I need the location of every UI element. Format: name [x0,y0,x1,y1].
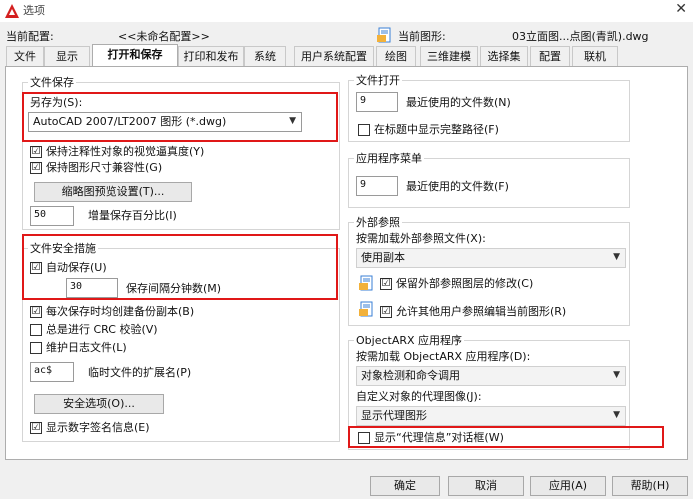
tab-system[interactable]: 系统 [244,46,286,66]
title-bar [0,0,693,22]
current-profile-label: 当前配置: [6,30,54,43]
thumbnail-settings-button[interactable]: 缩略图预览设置(T)... [34,182,192,202]
incremental-save-input[interactable]: 50 [30,206,74,226]
recent-files-label: 最近使用的文件数(N) [406,96,511,109]
chevron-down-icon: ▼ [613,410,620,420]
objectarx-title: ObjectARX 应用程序 [354,334,465,348]
tab-selection[interactable]: 选择集 [480,46,528,66]
proxy-image-select[interactable]: 显示代理图形 ▼ [356,406,626,426]
xref-demand-load-select[interactable]: 使用副本 ▼ [356,248,626,268]
autosave-label: 自动保存(U) [46,261,107,274]
menu-recent-files-input[interactable]: 9 [356,176,398,196]
arx-demand-load-label: 按需加载 ObjectARX 应用程序(D): [356,350,531,363]
help-button[interactable]: 帮助(H) [612,476,688,496]
xref-demand-load-value: 使用副本 [361,251,405,264]
autosave-checkbox[interactable]: ☑ [30,262,42,274]
tab-display[interactable]: 显示 [44,46,90,66]
autocad-logo-icon [5,4,19,18]
file-open-title: 文件打开 [354,74,402,88]
current-profile-value: <<未命名配置>> [118,30,210,43]
xref-edit-icon [359,301,373,317]
tab-3d-modeling[interactable]: 三维建模 [420,46,478,66]
arx-demand-load-value: 对象检测和命令调用 [361,369,460,382]
retain-xref-label: 保留外部参照图层的修改(C) [396,277,534,290]
autosave-interval-label: 保存间隔分钟数(M) [126,282,222,295]
arx-demand-load-select[interactable]: 对象检测和命令调用 ▼ [356,366,626,386]
log-file-checkbox[interactable] [30,342,42,354]
crc-check-checkbox[interactable] [30,324,42,336]
proxy-dialog-checkbox[interactable] [358,432,370,444]
keep-drawing-size-label: 保持图形尺寸兼容性(G) [46,161,163,174]
allow-edit-label: 允许其他用户参照编辑当前图形(R) [396,305,567,318]
tab-profiles[interactable]: 配置 [530,46,570,66]
crc-check-label: 总是进行 CRC 校验(V) [46,323,158,336]
allow-edit-checkbox[interactable]: ☑ [380,306,392,318]
app-menu-title: 应用程序菜单 [354,152,424,166]
xref-layer-icon [359,275,373,291]
keep-annotative-label: 保持注释性对象的视觉逼真度(Y) [46,145,205,158]
window-title: 选项 [23,4,45,17]
save-as-value: AutoCAD 2007/LT2007 图形 (*.dwg) [33,115,227,128]
current-drawing-value: 03立面图...点图(青凯).dwg [512,30,649,43]
retain-xref-checkbox[interactable]: ☑ [380,278,392,290]
tab-files[interactable]: 文件 [6,46,44,66]
save-as-select[interactable]: AutoCAD 2007/LT2007 图形 (*.dwg) ▼ [28,112,302,132]
close-icon[interactable]: ✕ [675,1,687,17]
backup-copy-checkbox[interactable]: ☑ [30,306,42,318]
menu-recent-files-label: 最近使用的文件数(F) [406,180,509,193]
backup-copy-label: 每次保存时均创建备份副本(B) [46,305,195,318]
chevron-down-icon: ▼ [289,116,296,126]
incremental-save-label: 增量保存百分比(I) [88,209,177,222]
chevron-down-icon: ▼ [613,370,620,380]
xref-demand-load-label: 按需加载外部参照文件(X): [356,232,486,245]
file-safety-title: 文件安全措施 [28,242,98,256]
keep-drawing-size-checkbox[interactable]: ☑ [30,162,42,174]
file-save-title: 文件保存 [28,76,76,90]
tab-online[interactable]: 联机 [572,46,618,66]
cancel-button[interactable]: 取消 [448,476,524,496]
temp-extension-input[interactable]: ac$ [30,362,74,382]
tab-bar: 文件 显示 打开和保存 打印和发布 系统 用户系统配置 绘图 三维建模 选择集 … [0,44,693,67]
drawing-icon [377,27,391,43]
security-options-button[interactable]: 安全选项(O)... [34,394,164,414]
autosave-interval-input[interactable]: 30 [66,278,118,298]
digital-signature-label: 显示数字签名信息(E) [46,421,150,434]
xref-title: 外部参照 [354,216,402,230]
temp-extension-label: 临时文件的扩展名(P) [88,366,192,379]
proxy-image-label: 自定义对象的代理图像(J): [356,390,482,403]
tab-open-save[interactable]: 打开和保存 [92,44,178,67]
tab-drafting[interactable]: 绘图 [376,46,416,66]
tab-plot-publish[interactable]: 打印和发布 [178,46,244,66]
tab-user-preferences[interactable]: 用户系统配置 [294,46,374,66]
apply-button[interactable]: 应用(A) [530,476,606,496]
digital-signature-checkbox[interactable]: ☑ [30,422,42,434]
chevron-down-icon: ▼ [613,252,620,262]
full-path-checkbox[interactable] [358,124,370,136]
save-as-label: 另存为(S): [30,96,83,109]
proxy-image-value: 显示代理图形 [361,409,427,422]
log-file-label: 维护日志文件(L) [46,341,127,354]
keep-annotative-checkbox[interactable]: ☑ [30,146,42,158]
full-path-label: 在标题中显示完整路径(F) [374,123,499,136]
ok-button[interactable]: 确定 [370,476,440,496]
current-drawing-label: 当前图形: [398,30,446,43]
recent-files-input[interactable]: 9 [356,92,398,112]
proxy-dialog-label: 显示“代理信息”对话框(W) [374,431,504,444]
